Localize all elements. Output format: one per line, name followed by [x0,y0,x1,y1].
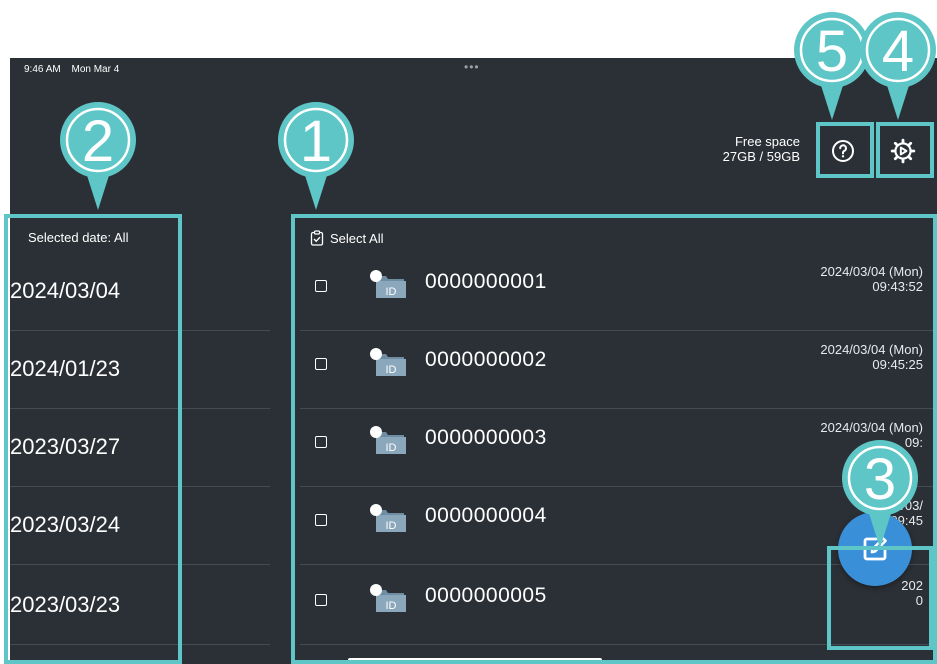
free-space-value: 27GB / 59GB [722,149,800,164]
highlight-settings [876,122,934,178]
svg-text:4: 4 [882,19,914,84]
status-time: 9:46 AM [24,64,61,75]
status-date: Mon Mar 4 [71,64,120,75]
multitask-dots[interactable]: ••• [464,60,480,74]
callout-marker-5: 5 [794,12,870,120]
callout-marker-3: 3 [842,440,918,548]
svg-text:1: 1 [300,109,332,174]
callout-marker-1: 1 [278,102,354,210]
callout-marker-2: 2 [60,102,136,210]
highlight-date-panel [4,214,182,664]
callout-marker-4: 4 [860,12,936,120]
svg-text:2: 2 [82,109,114,174]
svg-text:3: 3 [864,447,896,512]
free-space-label: Free space [734,134,800,149]
highlight-help [816,122,874,178]
status-bar: 9:46 AM Mon Mar 4 [24,64,127,75]
highlight-fab [827,546,933,650]
free-space-info: Free space 27GB / 59GB [710,134,800,164]
svg-text:5: 5 [816,19,848,84]
